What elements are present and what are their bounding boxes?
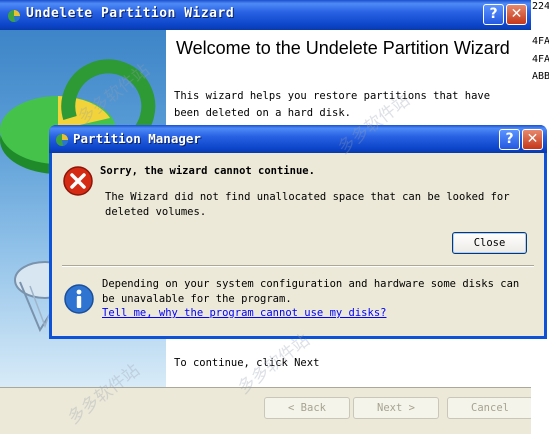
strip-text-2: 4FA xyxy=(532,36,549,47)
strip-text-1: 224 xyxy=(532,1,549,12)
wizard-button-bar: < Back Next > Cancel xyxy=(0,387,533,434)
strip-text-3: 4FA xyxy=(532,54,549,65)
wizard-description: This wizard helps you restore partitions… xyxy=(174,90,491,119)
why-cannot-use-disks-link[interactable]: Tell me, why the program cannot use my d… xyxy=(102,307,386,319)
dialog-title: Partition Manager xyxy=(73,131,201,146)
info-icon xyxy=(64,284,94,314)
error-title: Sorry, the wizard cannot continue. xyxy=(100,165,315,177)
wizard-continue-text: To continue, click Next xyxy=(174,357,320,369)
info-text: Depending on your system configuration a… xyxy=(102,278,520,305)
partition-manager-icon xyxy=(56,134,69,146)
error-message: The Wizard did not find unallocated spac… xyxy=(105,191,510,218)
dialog-separator xyxy=(62,265,534,267)
wizard-heading: Welcome to the Undelete Partition Wizard xyxy=(176,38,510,58)
error-icon xyxy=(63,166,93,196)
wizard-help-button[interactable]: ? xyxy=(483,4,504,25)
dialog-titlebar[interactable]: Partition Manager ? ✕ xyxy=(49,125,547,153)
wizard-titlebar[interactable]: Undelete Partition Wizard ? ✕ xyxy=(0,0,531,30)
cancel-button[interactable]: Cancel xyxy=(447,397,533,419)
strip-text-4: ABB xyxy=(532,71,549,82)
back-button[interactable]: < Back xyxy=(264,397,350,419)
wizard-title: Undelete Partition Wizard xyxy=(26,6,235,21)
close-button[interactable]: Close xyxy=(452,232,527,254)
dialog-body: Sorry, the wizard cannot continue. The W… xyxy=(52,153,544,336)
dialog-close-button[interactable]: ✕ xyxy=(522,129,543,150)
next-button[interactable]: Next > xyxy=(353,397,439,419)
wizard-close-button[interactable]: ✕ xyxy=(506,4,527,25)
partition-manager-icon xyxy=(8,10,21,22)
partition-manager-dialog: Partition Manager ? ✕ Sorry, the wizard … xyxy=(49,125,547,339)
dialog-help-button[interactable]: ? xyxy=(499,129,520,150)
